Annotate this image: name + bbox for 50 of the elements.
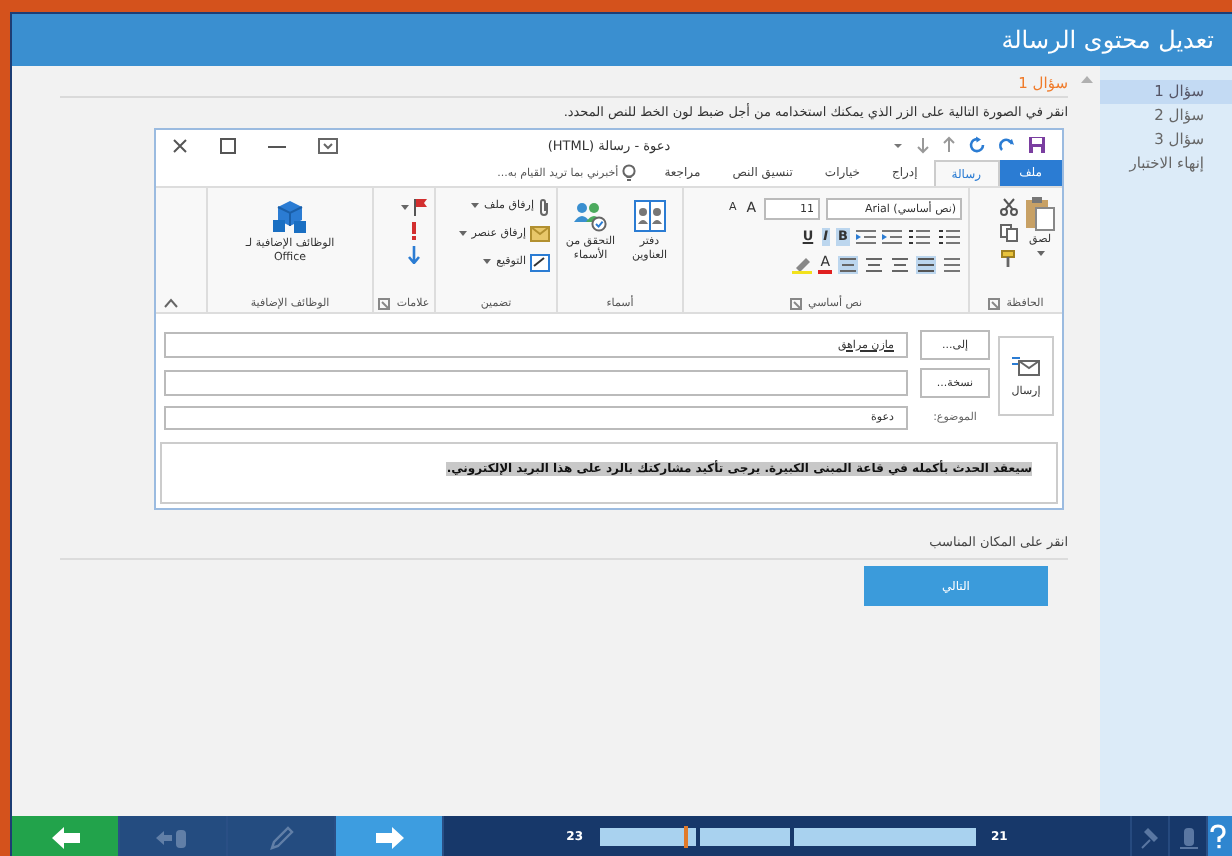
maximize-icon[interactable]	[220, 137, 237, 153]
refresh-icon[interactable]	[968, 136, 986, 154]
caret-icon	[1035, 250, 1045, 258]
rtl-icon[interactable]	[916, 256, 936, 274]
highlighter-icon[interactable]	[792, 256, 813, 274]
ltr-icon[interactable]	[942, 256, 962, 274]
outdent-icon[interactable]	[856, 228, 876, 246]
dialog-launcher-icon[interactable]	[988, 297, 1001, 309]
down-arrow-icon[interactable]	[916, 136, 930, 154]
caret-icon	[482, 258, 493, 266]
check-names-icon	[572, 200, 609, 232]
redo-icon[interactable]	[998, 136, 1016, 154]
caret-icon	[470, 202, 481, 210]
close-icon[interactable]	[172, 137, 189, 153]
scissors-icon[interactable]	[1000, 198, 1018, 216]
back-button[interactable]	[12, 816, 120, 856]
exclamation-icon[interactable]	[410, 222, 418, 240]
cubes-icon	[272, 200, 308, 234]
ribbon-options-icon[interactable]	[318, 137, 339, 153]
address-book-icon	[633, 200, 666, 232]
align-center-icon[interactable]	[864, 256, 884, 274]
save-icon[interactable]	[1028, 136, 1046, 154]
page-title: تعديل محتوى الرسالة	[1001, 26, 1214, 54]
signature-icon	[530, 253, 550, 271]
caret-icon	[400, 203, 410, 211]
align-left-icon[interactable]	[890, 256, 910, 274]
send-mail-icon	[1012, 353, 1040, 377]
lightbulb-icon[interactable]	[622, 164, 637, 182]
paintbrush-icon[interactable]	[1000, 250, 1018, 268]
hand-icon	[1176, 824, 1200, 850]
progress-marker[interactable]	[683, 826, 688, 848]
collapse-ribbon-icon[interactable]	[164, 298, 178, 308]
up-arrow-icon[interactable]	[942, 136, 956, 154]
numbering-icon[interactable]	[908, 228, 932, 246]
dialog-launcher-icon[interactable]	[378, 297, 391, 309]
dialog-launcher-icon[interactable]	[789, 297, 802, 309]
next-button[interactable]	[336, 816, 444, 856]
align-right-icon[interactable]	[838, 256, 858, 274]
caret-icon	[457, 230, 468, 238]
copy-icon[interactable]	[1000, 224, 1018, 242]
down-arrow-icon[interactable]	[408, 246, 420, 264]
envelope-icon	[530, 226, 550, 242]
flag-icon[interactable]	[412, 198, 428, 216]
indent-icon[interactable]	[882, 228, 902, 246]
paperclip-icon	[538, 197, 550, 215]
bullets-icon[interactable]	[938, 228, 962, 246]
cc-field[interactable]	[164, 370, 908, 396]
help-icon	[1208, 824, 1232, 850]
clipboard-icon	[1024, 196, 1056, 232]
help-button[interactable]	[1206, 816, 1232, 856]
